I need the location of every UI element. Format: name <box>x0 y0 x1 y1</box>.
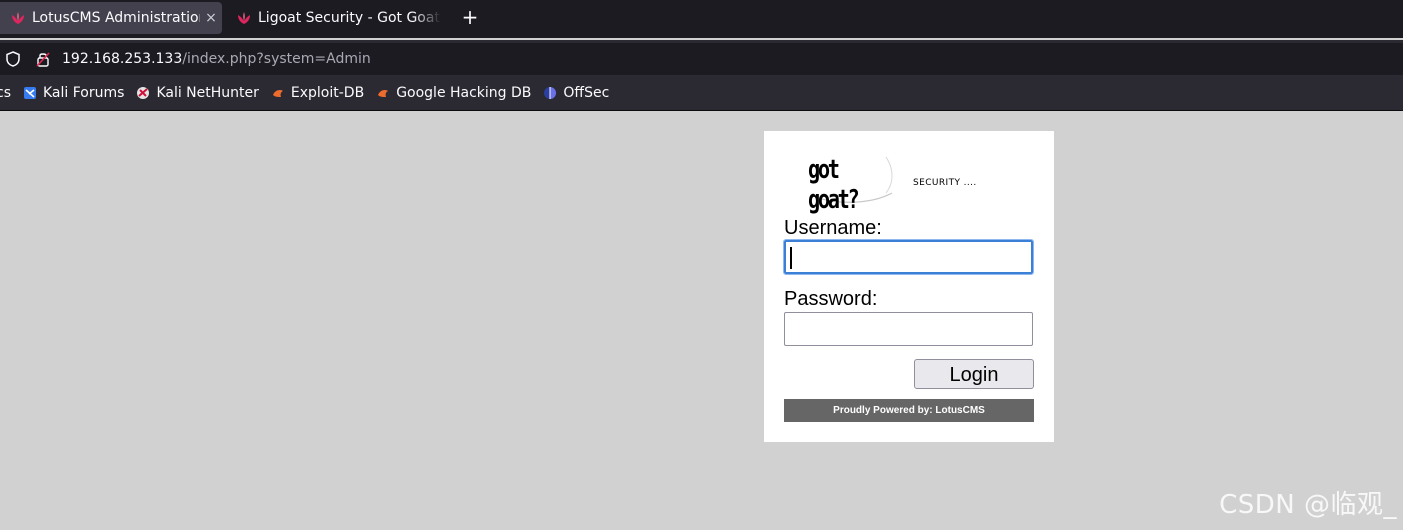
text-caret <box>790 247 792 269</box>
login-panel: got goat? SECURITY .... Username: Passwo… <box>764 131 1054 442</box>
bookmark-label: cs <box>0 85 11 101</box>
bookmark-google-hacking-db[interactable]: Google Hacking DB <box>376 85 531 101</box>
address-bar[interactable]: 192.168.253.133/index.php?system=Admin <box>0 43 1403 75</box>
bookmark-kali-forums[interactable]: Kali Forums <box>23 85 124 101</box>
tagline: SECURITY .... <box>913 178 977 188</box>
tab-title: LotusCMS Administration <box>32 10 200 26</box>
lotus-favicon-icon <box>238 12 250 24</box>
bookmark-truncated[interactable]: cs <box>0 85 11 101</box>
exploit-db-icon <box>378 90 389 97</box>
username-input[interactable] <box>783 239 1034 275</box>
logo-text: got goat? <box>808 155 860 215</box>
bookmark-kali-nethunter[interactable]: Kali NetHunter <box>136 85 259 101</box>
got-goat-logo: got goat? <box>800 149 910 215</box>
bookmarks-toolbar: cs Kali Forums Kali NetHunter Exploit-DB… <box>0 76 1403 111</box>
bookmark-label: OffSec <box>563 85 610 101</box>
tab-title: Ligoat Security - Got Goat <box>258 10 440 26</box>
tab-strip: LotusCMS Administration × Ligoat Securit… <box>0 0 1403 38</box>
username-label: Username: <box>784 217 882 239</box>
password-input[interactable] <box>784 312 1033 346</box>
lotus-favicon-icon <box>12 12 24 24</box>
bookmark-offsec[interactable]: OffSec <box>543 85 609 101</box>
tracking-protection-shield-icon[interactable] <box>4 50 22 68</box>
tab-close-icon[interactable]: × <box>200 10 222 26</box>
exploit-db-icon <box>272 90 283 97</box>
kali-forums-icon <box>24 87 36 99</box>
bookmark-label: Kali Forums <box>43 85 125 101</box>
bookmark-label: Google Hacking DB <box>396 85 532 101</box>
password-label: Password: <box>784 288 878 310</box>
bookmark-label: Kali NetHunter <box>156 85 259 101</box>
tab-ligoat-security[interactable]: Ligoat Security - Got Goat <box>228 2 441 34</box>
bookmark-label: Exploit-DB <box>290 85 365 101</box>
url-host: 192.168.253.133 <box>62 51 183 67</box>
tab-lotuscms-administration[interactable]: LotusCMS Administration × <box>0 2 222 34</box>
login-button[interactable]: Login <box>914 359 1034 389</box>
kali-nethunter-icon <box>137 87 150 99</box>
offsec-icon <box>544 87 557 99</box>
insecure-lock-icon[interactable] <box>34 50 52 68</box>
csdn-watermark: CSDN @临观_ <box>1219 490 1397 520</box>
bookmark-exploit-db[interactable]: Exploit-DB <box>271 85 364 101</box>
powered-by-footer: Proudly Powered by: LotusCMS <box>784 399 1034 422</box>
new-tab-button[interactable]: + <box>458 5 482 29</box>
url-path: /index.php?system=Admin <box>182 51 371 67</box>
navigation-toolbar: 192.168.253.133/index.php?system=Admin <box>0 40 1403 76</box>
